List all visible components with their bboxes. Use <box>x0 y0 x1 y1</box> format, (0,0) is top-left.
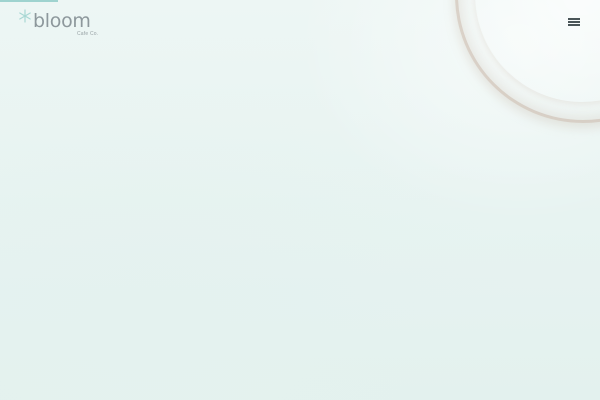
logo-wordmark: bloom <box>33 10 91 32</box>
scroll-progress-bar <box>0 0 58 2</box>
hamburger-menu-button[interactable] <box>563 14 583 30</box>
logo-home-link[interactable]: bloom Cafe Co. <box>18 9 100 37</box>
logo-tagline: Cafe Co. <box>77 31 99 37</box>
hamburger-menu-icon-line <box>568 24 580 26</box>
asterisk-star-icon <box>19 9 31 23</box>
hero-background <box>0 0 600 400</box>
hamburger-menu-icon <box>568 18 580 20</box>
hamburger-menu-icon-line <box>568 21 580 23</box>
